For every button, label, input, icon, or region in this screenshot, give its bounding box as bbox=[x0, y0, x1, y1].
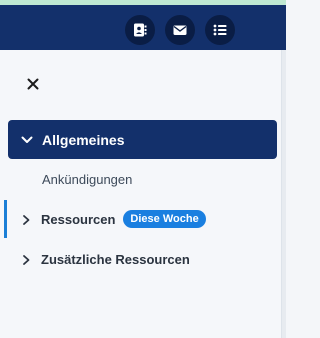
messages-button[interactable] bbox=[165, 15, 195, 45]
mail-icon bbox=[172, 22, 188, 38]
nav-item-label: Allgemeines bbox=[42, 131, 125, 148]
app-header bbox=[0, 5, 286, 50]
scrollbar-track[interactable] bbox=[282, 50, 286, 338]
contact-book-icon bbox=[132, 22, 148, 38]
close-icon bbox=[27, 77, 39, 95]
close-panel-button[interactable] bbox=[22, 75, 44, 97]
subnav-item-ankuendigungen[interactable]: Ankündigungen bbox=[42, 172, 132, 190]
nav-item-allgemeines[interactable]: Allgemeines bbox=[8, 120, 277, 159]
nav-item-label: Zusätzliche Ressourcen bbox=[41, 251, 190, 267]
status-badge: Diese Woche bbox=[123, 210, 206, 228]
chevron-down-icon bbox=[20, 133, 34, 147]
contacts-button[interactable] bbox=[125, 15, 155, 45]
nav-item-zusaetzliche-ressourcen[interactable]: Zusätzliche Ressourcen bbox=[20, 248, 190, 270]
subnav-item-label: Ankündigungen bbox=[42, 172, 133, 187]
nav-item-label: Ressourcen bbox=[41, 211, 116, 227]
active-section-indicator bbox=[4, 200, 7, 238]
chevron-right-icon bbox=[20, 213, 32, 225]
list-icon bbox=[212, 22, 228, 38]
list-view-button[interactable] bbox=[205, 15, 235, 45]
chevron-right-icon bbox=[20, 253, 32, 265]
nav-item-ressourcen[interactable]: Ressourcen Diese Woche bbox=[20, 208, 206, 230]
